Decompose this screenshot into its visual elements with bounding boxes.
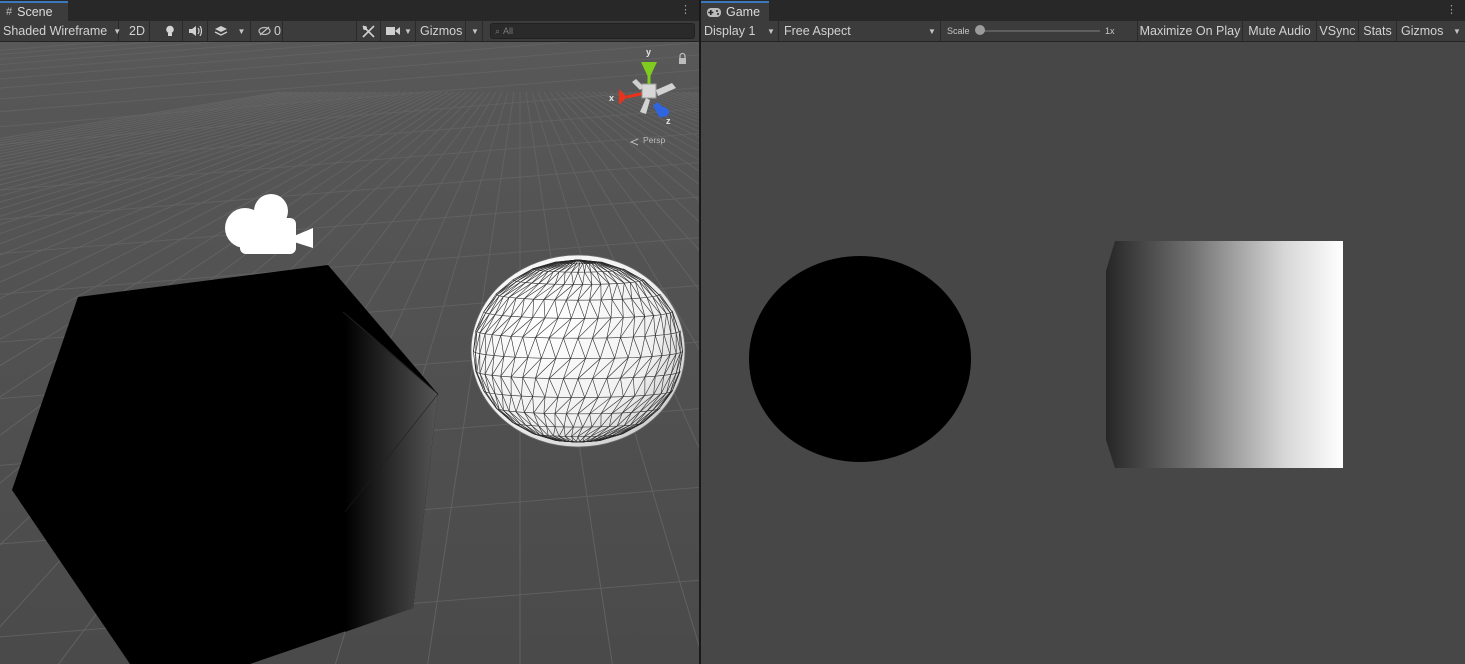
lightbulb-icon (166, 25, 174, 36)
chevron-down-icon: ▼ (928, 26, 936, 36)
search-icon: ⌕ (495, 25, 501, 36)
game-sphere (749, 256, 971, 462)
effects-dropdown[interactable]: ▼ (233, 21, 251, 41)
lighting-toggle-button[interactable] (158, 21, 183, 41)
eye-slash-icon (258, 26, 271, 36)
scale-label: Scale (947, 26, 970, 36)
speaker-icon (189, 26, 202, 36)
toggle-2d-label: 2D (129, 24, 145, 38)
sphere-object[interactable] (470, 254, 686, 448)
scene-more-menu-icon[interactable]: ⋮ (680, 3, 691, 17)
game-tab-bar: Game ⋮ (701, 0, 1465, 22)
stats-label: Stats (1363, 24, 1392, 38)
chevron-down-icon: ▼ (404, 26, 412, 36)
chevron-down-icon: ▼ (1453, 26, 1461, 36)
vsync-label: VSync (1319, 24, 1356, 38)
game-more-menu-icon[interactable]: ⋮ (1446, 3, 1457, 17)
scene-gizmos-label: Gizmos (420, 24, 463, 38)
mute-audio-toggle[interactable]: Mute Audio (1243, 21, 1317, 41)
scale-slider-track[interactable] (976, 30, 1100, 32)
draw-mode-dropdown[interactable]: Shaded Wireframe ▼ (0, 21, 122, 41)
scale-slider-thumb[interactable] (975, 25, 985, 35)
vsync-toggle[interactable]: VSync (1317, 21, 1359, 41)
maximize-on-play-toggle[interactable]: Maximize On Play (1138, 21, 1243, 41)
chevron-down-icon: ▼ (113, 26, 122, 36)
tools-icon (362, 24, 375, 38)
grid-icon: # (6, 6, 13, 18)
gamepad-icon (707, 7, 721, 17)
projection-label[interactable]: Persp (643, 135, 665, 145)
scene-search-field[interactable]: ⌕ (490, 23, 695, 39)
scene-view-panel: # Scene ⋮ Shaded Wireframe ▼ 2D ▼ 0 ▼ Gi… (0, 0, 699, 664)
hidden-count: 0 (274, 24, 281, 38)
toggle-2d-button[interactable]: 2D (125, 21, 150, 41)
draw-mode-label: Shaded Wireframe (3, 24, 108, 38)
game-view-panel: Game ⋮ Display 1 ▼ Free Aspect ▼ Scale 1… (701, 0, 1465, 664)
chevron-down-icon: ▼ (237, 26, 246, 36)
mute-audio-label: Mute Audio (1248, 24, 1311, 38)
tab-scene[interactable]: # Scene (0, 1, 68, 21)
scene-viewport[interactable]: y x z Persp (0, 42, 699, 664)
maximize-on-play-label: Maximize On Play (1139, 24, 1241, 38)
tab-game-label: Game (726, 5, 761, 19)
video-camera-icon (386, 27, 400, 35)
scene-tab-bar: # Scene ⋮ (0, 0, 699, 22)
aspect-dropdown[interactable]: Free Aspect ▼ (781, 21, 941, 41)
scene-search-input[interactable] (503, 26, 684, 36)
scale-value: 1x (1105, 26, 1115, 36)
game-viewport[interactable] (701, 42, 1465, 664)
stats-toggle[interactable]: Stats (1359, 21, 1397, 41)
chevron-down-icon: ▼ (471, 26, 479, 36)
display-label: Display 1 (704, 24, 756, 38)
game-gizmos-dropdown[interactable]: Gizmos ▼ (1397, 21, 1465, 41)
game-gizmos-label: Gizmos (1401, 24, 1444, 38)
scene-toolbar: Shaded Wireframe ▼ 2D ▼ 0 ▼ Gizmos ▼ ⌕ A… (0, 21, 699, 42)
chevron-down-icon: ▼ (767, 26, 775, 36)
camera-settings-dropdown[interactable]: ▼ (382, 21, 416, 41)
display-dropdown[interactable]: Display 1 ▼ (701, 21, 779, 41)
scene-gizmos-button[interactable]: Gizmos ▼ (417, 21, 483, 41)
gizmo-z-label: z (666, 116, 671, 126)
gizmo-y-label: y (646, 47, 652, 57)
audio-toggle-button[interactable] (184, 21, 208, 41)
gizmo-x-label: x (609, 93, 615, 103)
scene-visibility-toggle[interactable]: 0 (253, 21, 283, 41)
layers-effects-icon (214, 26, 228, 36)
game-render (749, 241, 1343, 468)
scene-render (0, 42, 699, 664)
tab-scene-label: Scene (17, 5, 53, 19)
game-cube (1106, 241, 1343, 468)
effects-toggle-button[interactable] (209, 21, 233, 41)
aspect-label: Free Aspect (784, 24, 851, 38)
tab-game[interactable]: Game (701, 1, 769, 21)
tools-button[interactable] (356, 21, 381, 41)
